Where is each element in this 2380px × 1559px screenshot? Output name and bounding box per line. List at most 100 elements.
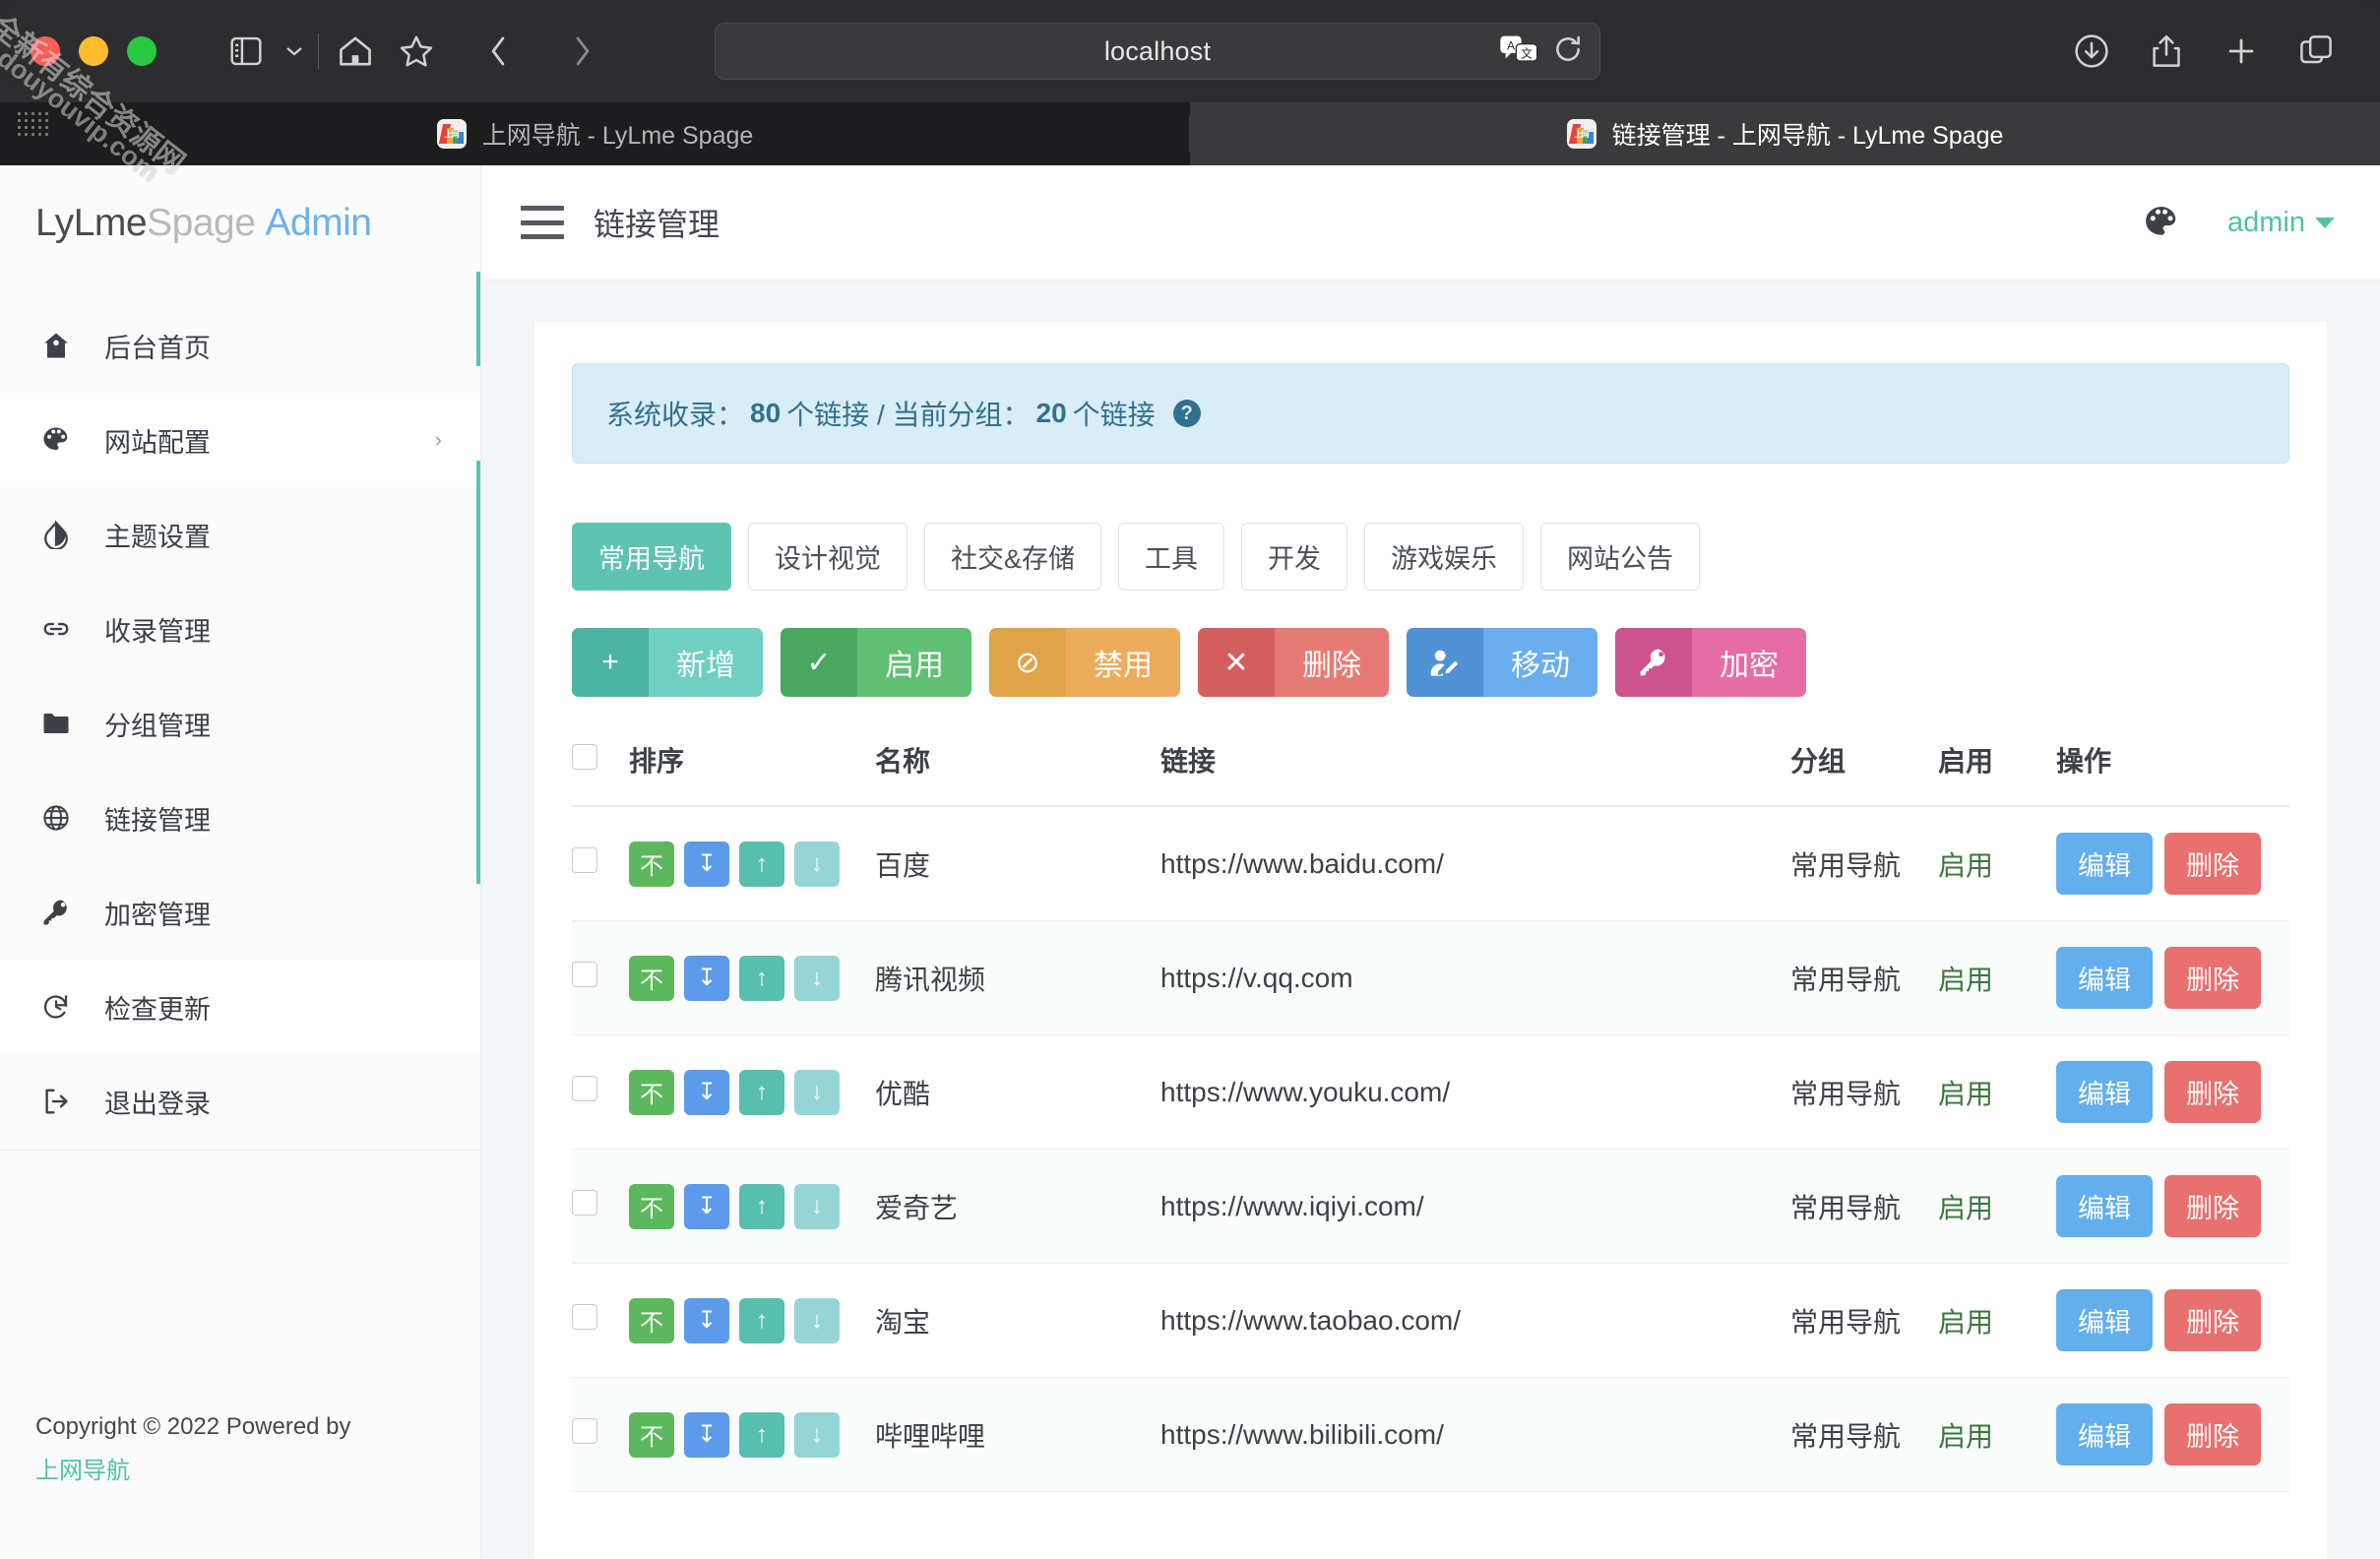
minimize-window-button[interactable] — [79, 36, 108, 66]
enable-button[interactable]: ✓ 启用 — [781, 628, 971, 697]
page-content: 系统收录： 80 个链接 / 当前分组： 20 个链接 ? 常用导航 设计视觉 … — [481, 281, 2380, 1559]
move-bottom-button[interactable]: ↧ — [684, 842, 729, 887]
question-mark-icon[interactable]: ? — [1173, 400, 1201, 427]
sidebar-item-encryption[interactable]: 加密管理 — [0, 865, 481, 960]
reload-icon[interactable] — [1552, 33, 1584, 70]
home-icon[interactable] — [325, 21, 386, 82]
row-enabled-status: 启用 — [1938, 1307, 1993, 1338]
move-down-button[interactable]: ↓ — [794, 1298, 840, 1343]
address-bar[interactable]: localhost A 文 — [715, 23, 1600, 80]
select-all-checkbox[interactable] — [572, 744, 597, 770]
browser-tab-1[interactable]: 上网 上网导航 - LyLme Spage — [0, 102, 1190, 165]
sidebar-item-site-config[interactable]: 网站配置 › — [0, 393, 481, 487]
move-bottom-button[interactable]: ↧ — [684, 1298, 729, 1343]
row-edit-button[interactable]: 编辑 — [2056, 1403, 2153, 1465]
row-checkbox[interactable] — [572, 962, 597, 987]
row-delete-button[interactable]: 删除 — [2164, 1061, 2261, 1123]
share-icon[interactable] — [2136, 21, 2197, 82]
category-tab-4[interactable]: 开发 — [1241, 523, 1347, 591]
row-edit-button[interactable]: 编辑 — [2056, 1061, 2153, 1123]
move-down-button[interactable]: ↓ — [794, 1070, 840, 1115]
category-tab-3[interactable]: 工具 — [1118, 523, 1224, 591]
row-edit-button[interactable]: 编辑 — [2056, 1289, 2153, 1351]
stats-alert: 系统收录： 80 个链接 / 当前分组： 20 个链接 ? — [572, 363, 2289, 464]
row-edit-button[interactable]: 编辑 — [2056, 833, 2153, 895]
check-icon: ✓ — [781, 628, 857, 697]
new-tab-icon[interactable] — [2211, 21, 2272, 82]
translate-icon[interactable]: A 文 — [1499, 34, 1538, 69]
move-top-button[interactable]: 不 — [629, 842, 674, 887]
sidebar-item-check-update[interactable]: 检查更新 — [0, 960, 481, 1054]
close-window-button[interactable] — [31, 36, 60, 66]
sidebar-item-label: 退出登录 — [104, 1083, 442, 1121]
encrypt-button[interactable]: 加密 — [1615, 628, 1806, 697]
row-checkbox[interactable] — [572, 1076, 597, 1101]
sort-button-group: 不 ↧ ↑ ↓ — [629, 1070, 875, 1115]
sidebar-item-collection[interactable]: 收录管理 — [0, 582, 481, 676]
sidebar-item-groups[interactable]: 分组管理 — [0, 676, 481, 771]
move-top-button[interactable]: 不 — [629, 1184, 674, 1229]
copyright-link[interactable]: 上网导航 — [35, 1453, 481, 1490]
move-up-button[interactable]: ↑ — [739, 956, 784, 1001]
move-up-button[interactable]: ↑ — [739, 1184, 784, 1229]
row-checkbox[interactable] — [572, 847, 597, 873]
browser-tab-2[interactable]: 上网 链接管理 - 上网导航 - LyLme Spage — [1190, 102, 2380, 165]
brand-part-admin: Admin — [265, 202, 371, 245]
move-up-button[interactable]: ↑ — [739, 1070, 784, 1115]
row-edit-button[interactable]: 编辑 — [2056, 1175, 2153, 1237]
star-icon[interactable] — [386, 21, 447, 82]
disable-button[interactable]: ⊘ 禁用 — [989, 628, 1180, 697]
user-menu[interactable]: admin — [2227, 207, 2335, 239]
forward-icon[interactable] — [551, 21, 612, 82]
tab-overview-icon[interactable] — [2286, 21, 2347, 82]
address-bar-icons: A 文 — [1499, 33, 1584, 70]
move-bottom-button[interactable]: ↧ — [684, 1412, 729, 1458]
move-down-button[interactable]: ↓ — [794, 1184, 840, 1229]
row-checkbox[interactable] — [572, 1190, 597, 1216]
sidebar-item-dashboard[interactable]: 后台首页 — [0, 298, 481, 393]
move-button[interactable]: 移动 — [1407, 628, 1597, 697]
downloads-icon[interactable] — [2061, 21, 2122, 82]
row-delete-button[interactable]: 删除 — [2164, 947, 2261, 1009]
move-top-button[interactable]: 不 — [629, 1412, 674, 1458]
refresh-clock-icon — [39, 992, 73, 1022]
sidebar-icon[interactable] — [216, 21, 277, 82]
category-tab-6[interactable]: 网站公告 — [1540, 523, 1700, 591]
move-up-button[interactable]: ↑ — [739, 842, 784, 887]
category-tab-0[interactable]: 常用导航 — [572, 523, 731, 591]
move-top-button[interactable]: 不 — [629, 1070, 674, 1115]
move-down-button[interactable]: ↓ — [794, 842, 840, 887]
category-tab-1[interactable]: 设计视觉 — [748, 523, 908, 591]
move-up-button[interactable]: ↑ — [739, 1298, 784, 1343]
category-tab-5[interactable]: 游戏娱乐 — [1364, 523, 1524, 591]
user-move-icon — [1407, 628, 1483, 697]
row-delete-button[interactable]: 删除 — [2164, 833, 2261, 895]
sidebar-item-theme[interactable]: 主题设置 — [0, 487, 481, 582]
sidebar-item-logout[interactable]: 退出登录 — [0, 1054, 481, 1149]
sidebar-nav: 后台首页 网站配置 › 主题设置 — [0, 281, 481, 1149]
category-tab-2[interactable]: 社交&存储 — [924, 523, 1101, 591]
move-top-button[interactable]: 不 — [629, 956, 674, 1001]
delete-button[interactable]: ✕ 删除 — [1198, 628, 1389, 697]
move-bottom-button[interactable]: ↧ — [684, 1184, 729, 1229]
move-bottom-button[interactable]: ↧ — [684, 956, 729, 1001]
back-icon[interactable] — [469, 21, 530, 82]
maximize-window-button[interactable] — [127, 36, 157, 66]
move-bottom-button[interactable]: ↧ — [684, 1070, 729, 1115]
move-down-button[interactable]: ↓ — [794, 1412, 840, 1458]
row-checkbox[interactable] — [572, 1304, 597, 1330]
palette-icon[interactable] — [2143, 204, 2180, 241]
row-checkbox[interactable] — [572, 1418, 597, 1444]
move-down-button[interactable]: ↓ — [794, 956, 840, 1001]
row-edit-button[interactable]: 编辑 — [2056, 947, 2153, 1009]
sidebar-item-links[interactable]: 链接管理 — [0, 771, 481, 865]
add-button[interactable]: + 新增 — [572, 628, 763, 697]
row-delete-button[interactable]: 删除 — [2164, 1403, 2261, 1465]
row-delete-button[interactable]: 删除 — [2164, 1175, 2261, 1237]
chevron-down-icon[interactable] — [277, 21, 312, 82]
key-icon — [1615, 628, 1692, 697]
row-delete-button[interactable]: 删除 — [2164, 1289, 2261, 1351]
hamburger-menu-icon[interactable] — [521, 206, 564, 239]
move-top-button[interactable]: 不 — [629, 1298, 674, 1343]
move-up-button[interactable]: ↑ — [739, 1412, 784, 1458]
